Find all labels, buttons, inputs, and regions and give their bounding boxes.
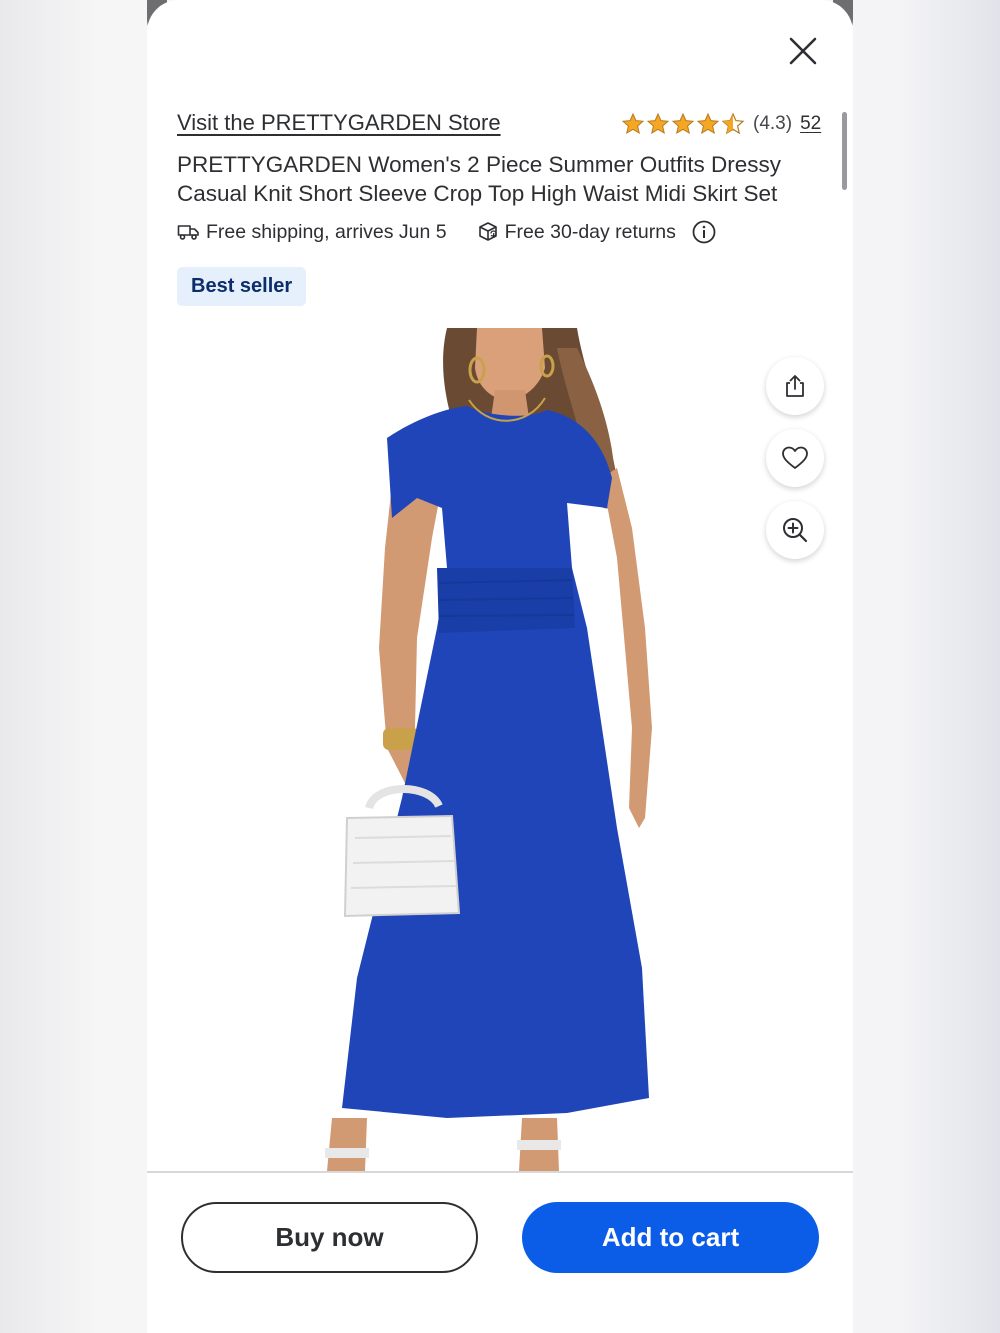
- truck-icon: [177, 225, 199, 240]
- product-photo: [325, 328, 652, 1171]
- star-icon: [646, 112, 670, 135]
- product-title: PRETTYGARDEN Women's 2 Piece Summer Outf…: [177, 152, 782, 206]
- star-icon: [696, 112, 720, 135]
- return-box-icon: [478, 222, 497, 241]
- rating-value: (4.3): [753, 113, 793, 134]
- info-icon: [692, 220, 716, 244]
- fulfillment-row: Free shipping, arrives Jun 5 Free 30-day…: [177, 220, 716, 244]
- zoom-button[interactable]: [766, 501, 824, 559]
- rating-stars: [621, 112, 745, 136]
- shipping-text: Free shipping, arrives Jun 5: [206, 220, 447, 243]
- returns-info-button[interactable]: [692, 220, 716, 244]
- close-icon: [789, 37, 817, 65]
- review-count-link[interactable]: 52: [800, 113, 821, 135]
- half-star-icon: [721, 112, 745, 135]
- close-button[interactable]: [784, 32, 822, 70]
- product-image[interactable]: [147, 328, 853, 1171]
- product-sheet: Visit the PRETTYGARDEN Store (4.3) 52 PR…: [147, 0, 853, 1333]
- favorite-button[interactable]: [766, 429, 824, 487]
- add-to-cart-button[interactable]: Add to cart: [522, 1202, 819, 1273]
- returns-text: Free 30-day returns: [504, 220, 676, 243]
- heart-icon: [782, 446, 808, 469]
- share-button[interactable]: [766, 357, 824, 415]
- returns-info: Free 30-day returns: [477, 221, 676, 244]
- zoom-in-icon: [783, 518, 808, 543]
- buy-now-button[interactable]: Buy now: [181, 1202, 478, 1273]
- share-icon: [786, 375, 804, 397]
- scrollbar[interactable]: [842, 112, 847, 190]
- best-seller-badge: Best seller: [177, 267, 307, 306]
- rating[interactable]: (4.3) 52: [621, 112, 821, 136]
- star-icon: [671, 112, 695, 135]
- star-icon: [621, 112, 645, 135]
- shipping-info: Free shipping, arrives Jun 5: [177, 221, 447, 244]
- store-link[interactable]: Visit the PRETTYGARDEN Store: [177, 110, 501, 136]
- footer-divider: [147, 1171, 853, 1173]
